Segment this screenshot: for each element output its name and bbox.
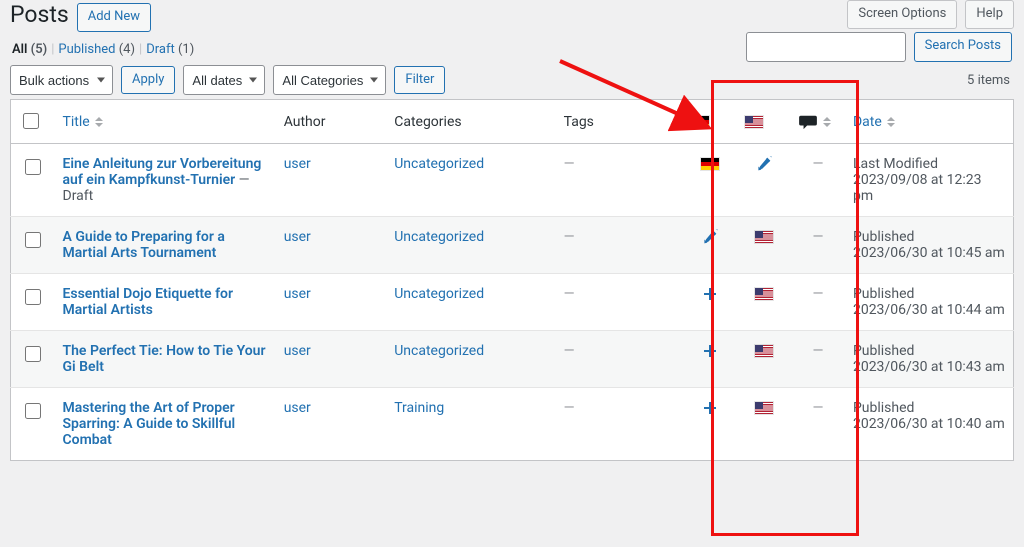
sort-caret-icon [95,117,103,127]
flag-us-icon [755,345,773,357]
bulk-actions-select[interactable]: Bulk actions [10,65,113,95]
row-checkbox[interactable] [25,403,41,419]
filter-published[interactable]: Published (4) [58,42,135,57]
table-row: A Guide to Preparing for a Martial Arts … [11,217,1014,274]
comments-value: — [813,343,824,359]
post-title-link[interactable]: Mastering the Art of Proper Sparring: A … [63,400,236,448]
apply-button[interactable]: Apply [121,66,175,95]
comments-value: — [813,156,824,172]
row-checkbox[interactable] [25,159,41,175]
comments-value: — [813,400,824,416]
tags-value: — [564,156,575,172]
help-button[interactable]: Help [965,0,1014,29]
category-link[interactable]: Training [394,400,444,416]
filter-all[interactable]: All (5) [12,42,47,57]
comments-value: — [813,286,824,302]
col-date[interactable]: Date [845,100,1014,144]
date-cell: Last Modified2023/09/08 at 12:23 pm [845,144,1014,217]
table-row: Mastering the Art of Proper Sparring: A … [11,388,1014,461]
plus-icon[interactable] [702,286,718,302]
flag-de-icon [691,116,709,128]
table-row: Eine Anleitung zur Vorbereitung auf ein … [11,144,1014,217]
category-link[interactable]: Uncategorized [394,229,484,245]
search-input[interactable] [746,32,906,62]
date-cell: Published2023/06/30 at 10:44 am [845,274,1014,331]
search-button[interactable]: Search Posts [914,32,1012,62]
author-link[interactable]: user [284,343,311,359]
col-lang-de[interactable] [683,100,737,144]
col-author: Author [276,100,387,144]
pencil-icon[interactable] [702,229,718,245]
table-row: The Perfect Tie: How to Tie Your Gi Belt… [11,331,1014,388]
sort-caret-icon [887,117,895,127]
col-title[interactable]: Title [55,100,276,144]
col-tags: Tags [556,100,684,144]
flag-us-icon [755,402,773,414]
categories-select[interactable]: All Categories [273,65,386,95]
select-all-checkbox[interactable] [23,113,39,129]
flag-us-icon [745,116,763,128]
row-checkbox[interactable] [25,232,41,248]
page-title: Posts [10,1,69,28]
author-link[interactable]: user [284,286,311,302]
col-lang-us[interactable] [737,100,791,144]
tags-value: — [564,400,575,416]
post-title-link[interactable]: Eine Anleitung zur Vorbereitung auf ein … [63,156,262,188]
date-cell: Published2023/06/30 at 10:45 am [845,217,1014,274]
table-row: Essential Dojo Etiquette for Martial Art… [11,274,1014,331]
flag-us-icon [755,231,773,243]
category-link[interactable]: Uncategorized [394,286,484,302]
tags-value: — [564,343,575,359]
category-link[interactable]: Uncategorized [394,343,484,359]
col-categories: Categories [386,100,555,144]
row-checkbox[interactable] [25,289,41,305]
sort-caret-icon [823,117,831,127]
filter-draft[interactable]: Draft (1) [146,42,194,57]
add-new-button[interactable]: Add New [77,3,151,32]
date-cell: Published2023/06/30 at 10:40 am [845,388,1014,461]
plus-icon[interactable] [702,343,718,359]
screen-options-button[interactable]: Screen Options [847,0,957,29]
flag-us-icon [755,288,773,300]
author-link[interactable]: user [284,229,311,245]
author-link[interactable]: user [284,400,311,416]
row-checkbox[interactable] [25,346,41,362]
post-title-link[interactable]: A Guide to Preparing for a Martial Arts … [63,229,225,261]
comments-value: — [813,229,824,245]
date-cell: Published2023/06/30 at 10:43 am [845,331,1014,388]
flag-de-icon [701,158,719,170]
pencil-icon[interactable] [756,156,772,172]
category-link[interactable]: Uncategorized [394,156,484,172]
plus-icon[interactable] [702,400,718,416]
post-title-link[interactable]: The Perfect Tie: How to Tie Your Gi Belt [63,343,266,375]
comment-icon [799,114,817,130]
tags-value: — [564,286,575,302]
author-link[interactable]: user [284,156,311,172]
post-title-link[interactable]: Essential Dojo Etiquette for Martial Art… [63,286,234,318]
tags-value: — [564,229,575,245]
dates-select[interactable]: All dates [183,65,265,95]
filter-button[interactable]: Filter [394,66,445,95]
items-count: 5 items [967,73,1014,88]
col-comments[interactable] [791,100,845,144]
